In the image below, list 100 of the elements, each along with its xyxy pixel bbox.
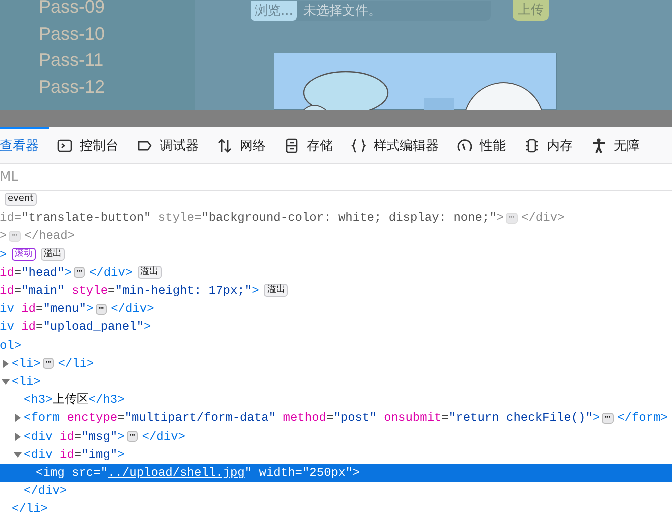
markup-text: id [0,211,14,226]
tree-line[interactable]: id="head"> ⋯ </div> 溢出 [0,264,672,282]
markup-text: "translate-button" [22,211,152,226]
markup-text: <h3> [24,393,53,408]
memory-chip-icon [524,138,540,154]
markup-text: = [36,302,44,316]
markup-text: = [295,466,302,480]
markup-text: = [14,284,22,298]
tree-line[interactable]: <div id="img"> [0,446,672,464]
markup-text: =" [94,466,108,480]
file-status-text: 未选择文件。 [303,2,382,20]
tree-line[interactable]: <li> ⋯ </li> [0,354,672,373]
collapsed-ellipsis[interactable]: ⋯ [96,304,108,315]
braces-icon [351,138,367,154]
devtools-tab[interactable]: 调试器 [129,127,209,163]
expanded-triangle-icon[interactable] [14,450,22,459]
markup-text: </head> [24,229,76,244]
markup-text: "250px" [302,466,353,480]
markup-text: id [20,302,36,316]
collapsed-ellipsis[interactable]: ⋯ [602,412,614,424]
storage-icon [284,138,300,154]
node-badge[interactable]: 溢出 [41,248,66,261]
markup-text: iv [0,320,14,334]
collapsed-ellipsis[interactable]: ⋯ [126,430,138,442]
tree-line[interactable]: id="translate-button" style="background-color: white; display: none;"> ⋯ </div> [0,209,672,228]
accessibility-icon [591,138,607,154]
tree-line[interactable]: event [0,191,672,210]
markup-text: width [258,466,296,480]
markup-text: style [157,211,194,226]
collapsed-triangle-icon[interactable] [14,432,22,441]
markup-text: </div> [89,266,133,280]
markup-text: "head" [22,266,65,280]
markup-text: = [36,320,44,334]
markup-text: > [0,248,8,262]
markup-text: "post" [334,411,377,426]
markup-text: " [244,466,252,480]
markup-text: "msg" [82,430,118,444]
markup-text: > [64,266,72,280]
markup-text: style [71,284,108,298]
markup-text: <li> [12,356,41,371]
expanded-triangle-icon[interactable] [2,378,10,386]
collapsed-ellipsis[interactable]: ⋯ [42,358,54,370]
node-badge[interactable]: 溢出 [138,266,162,280]
markup-text: <div [24,430,53,444]
devtools-tab[interactable]: 性能 [449,127,516,163]
markup-text: > [118,430,125,444]
tree-line[interactable]: <div id="msg"> ⋯ </div> [0,427,672,446]
devtools-tab[interactable]: 控制台 [49,127,129,163]
markup-text: <img [36,466,65,480]
markup-text: "menu" [43,302,86,316]
tree-line[interactable]: id="main" style="min-height: 17px;"> 溢出 [0,282,672,300]
markup-text: iv [0,302,14,316]
markup-text: > [86,302,94,316]
markup-text: = [74,430,82,444]
markup-text: > [496,211,504,226]
devtools-tab[interactable]: 无障 [583,127,650,163]
markup-text: src [71,466,94,480]
markup-text: <div [24,448,53,462]
scroll-badge[interactable]: 滚动 [12,248,36,261]
markup-text: id [0,266,14,280]
markup-text: method [282,411,326,426]
devtools-tab[interactable]: 网络 [209,127,276,163]
collapsed-triangle-icon[interactable] [2,360,10,368]
markup-text: = [14,211,22,226]
markup-text: </li> [12,502,48,516]
devtools-tab[interactable]: 样式编辑器 [343,127,449,163]
tree-line[interactable]: <form enctype="multipart/form-data" method="post" onsubmit="return checkFile()"> ⋯ </form> [0,409,672,428]
markup-text: "return checkFile()" [448,411,593,426]
markup-text: </h3> [88,393,125,408]
markup-text: = [74,448,82,462]
tree-line[interactable]: > 滚动 溢出 [0,246,672,264]
markup-text: <form [24,411,60,426]
markup-text: onsubmit [383,411,442,426]
markup-text: enctype [66,411,118,426]
collapsed-triangle-icon[interactable] [14,414,22,422]
markup-text: </div> [142,430,186,444]
network-arrows-icon [217,138,233,154]
markup-text: </div> [111,302,154,316]
tree-line[interactable]: <li> [0,372,672,392]
node-badge[interactable]: event [5,193,37,206]
tree-line[interactable]: iv id="upload_panel"> [0,318,672,336]
devtools-tab[interactable]: 存储 [276,127,343,163]
tree-line[interactable]: <h3>上传区</h3> [0,391,672,410]
markup-text: ol> [0,338,22,353]
tree-line[interactable]: iv id="menu"> ⋯ </div> [0,300,672,318]
node-badge[interactable]: 溢出 [264,284,288,298]
tree-line[interactable]: ol> [0,336,672,355]
markup-text: id [59,448,74,462]
markup-text: id [59,430,74,444]
gauge-icon [457,138,473,154]
markup-text: "main" [22,284,65,298]
devtools-tab[interactable]: 内存 [516,127,583,163]
markup-text: = [326,411,334,426]
markup-text: </div> [24,484,68,498]
markup-text: > [352,466,360,480]
markup-text: > [144,320,152,334]
collapsed-ellipsis[interactable]: ⋯ [74,267,86,278]
markup-text: 上传区 [52,393,89,408]
markup-text: "min-height: 17px;" [115,284,252,298]
markup-text: </form> [618,411,668,426]
